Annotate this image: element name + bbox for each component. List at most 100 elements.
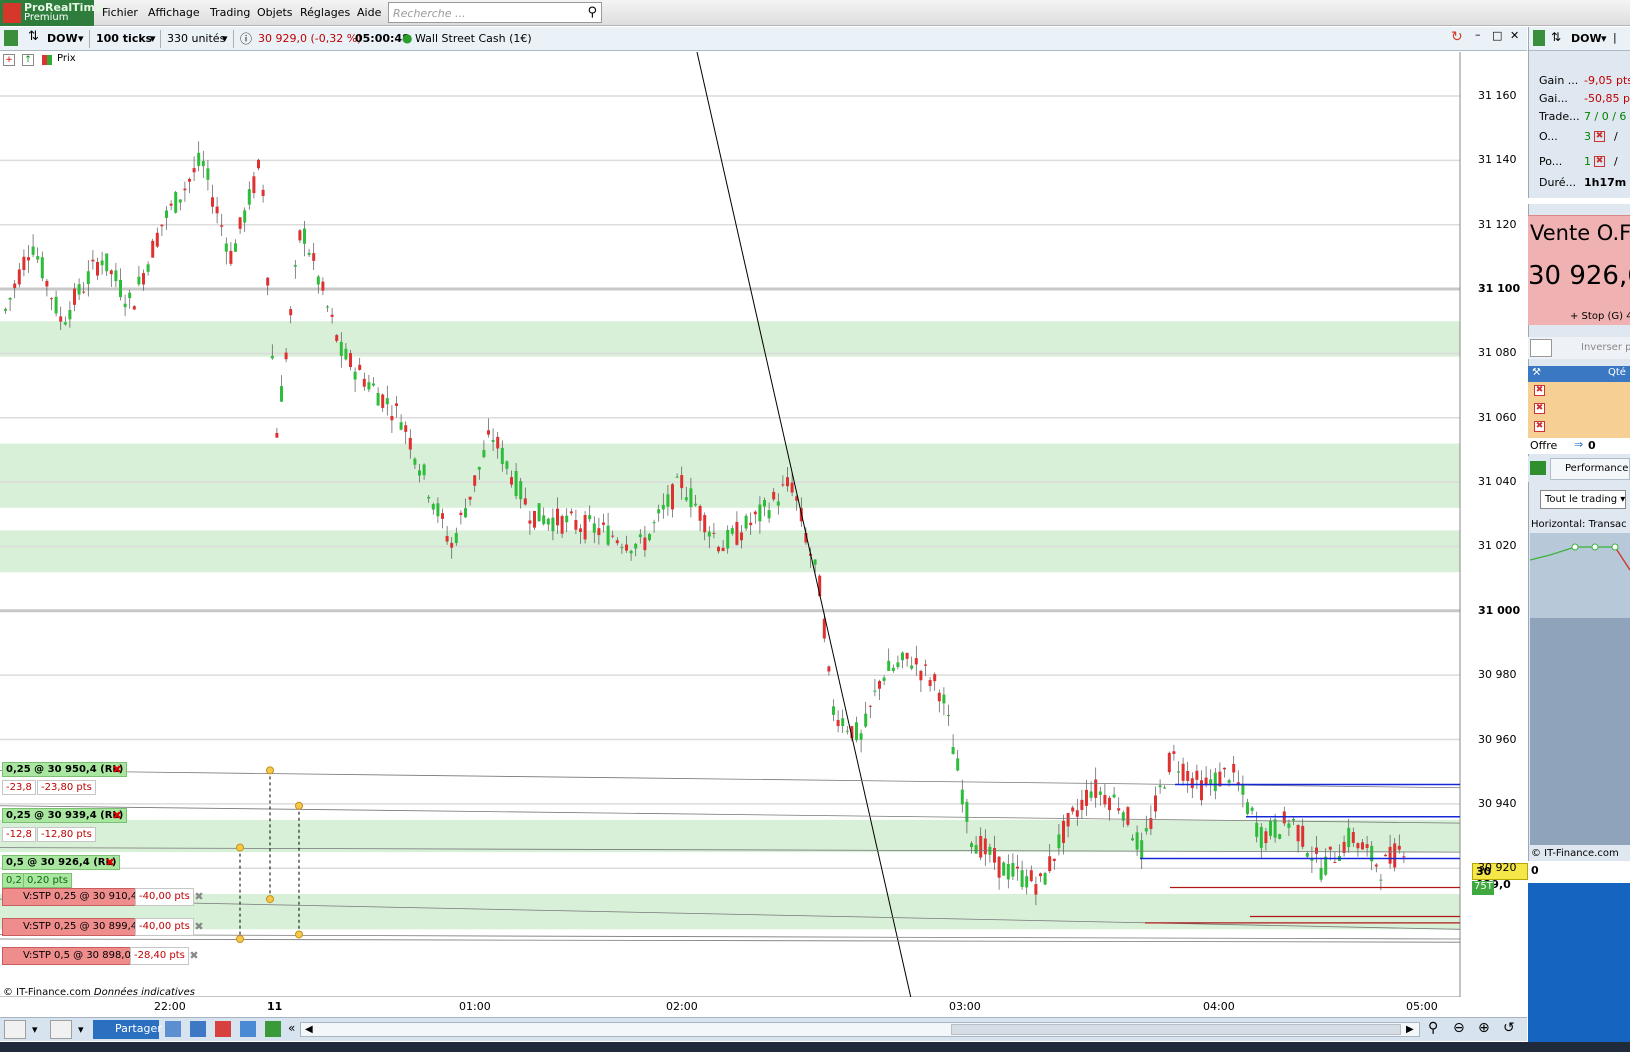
stop-order-label[interactable]: V:STP 0,5 @ 30 898,0	[2, 947, 135, 965]
candle-body	[1333, 862, 1337, 864]
link-icon[interactable]: ⇅	[1551, 30, 1561, 44]
candle-body	[1034, 884, 1038, 895]
candle-body	[1301, 825, 1305, 847]
compare-icon[interactable]	[265, 1021, 281, 1037]
inverse-button[interactable]: Inverser p	[1581, 342, 1630, 353]
order-label[interactable]: 0,25 @ 30 939,4 (RL)	[2, 808, 128, 823]
candle-icon[interactable]	[1533, 30, 1545, 46]
order-line[interactable]	[0, 934, 1461, 940]
order-handle[interactable]	[295, 801, 303, 810]
order-handle[interactable]	[266, 766, 274, 775]
tools-icon[interactable]: ⚒	[1532, 367, 1541, 378]
close-icon[interactable]: ✖	[1534, 403, 1545, 414]
close-icon[interactable]: ✖	[1534, 385, 1545, 396]
candle-body	[491, 439, 495, 443]
price-legend-label[interactable]: Prix	[57, 53, 76, 64]
screenshot-icon[interactable]	[165, 1021, 181, 1037]
chevron-down-icon[interactable]: ▾	[78, 1023, 84, 1036]
menu-fichier[interactable]: Fichier	[102, 6, 138, 19]
close-icon[interactable]: ✖	[1534, 421, 1545, 432]
symbol-select[interactable]: DOW	[47, 32, 78, 45]
link-icon[interactable]: ⇅	[28, 29, 39, 44]
close-icon[interactable]: ✕	[1510, 29, 1519, 42]
close-icon[interactable]: ✖	[110, 763, 124, 777]
close-icon[interactable]: ✖	[1594, 156, 1605, 167]
menu-aide[interactable]: Aide	[357, 6, 381, 19]
menu-trading[interactable]: Trading	[210, 6, 250, 19]
minimize-icon[interactable]: –	[1475, 28, 1481, 41]
copy-icon[interactable]	[190, 1021, 206, 1037]
window-icon[interactable]	[240, 1021, 256, 1037]
maximize-icon[interactable]: □	[1492, 29, 1502, 42]
interval-select[interactable]: 100 ticks	[96, 32, 152, 45]
share-button[interactable]: Partager	[93, 1020, 162, 1039]
trend-line[interactable]	[696, 52, 913, 997]
chevron-down-icon[interactable]: ▾	[222, 32, 228, 45]
zoom-in-icon[interactable]: ⊕	[1478, 1020, 1490, 1036]
candle-body	[142, 273, 145, 285]
close-icon[interactable]: ✖	[1594, 131, 1605, 142]
scrollbar-thumb[interactable]	[951, 1024, 1401, 1035]
refresh-icon[interactable]: ↻	[1451, 29, 1463, 45]
order-label[interactable]: 0,25 @ 30 950,4 (RL)	[2, 762, 128, 777]
indicator-icon[interactable]	[50, 1020, 72, 1039]
candle-body	[882, 677, 886, 681]
stop-handle[interactable]	[295, 930, 303, 939]
candle-icon[interactable]	[4, 30, 18, 46]
trading-filter-select[interactable]: Tout le trading ▾	[1540, 490, 1626, 509]
close-icon[interactable]: ✖	[103, 856, 117, 870]
drawing-tools-icon[interactable]	[4, 1020, 26, 1039]
candle-body	[1112, 794, 1116, 798]
chevron-down-icon[interactable]: ▾	[150, 32, 156, 45]
candle-body	[1351, 832, 1355, 843]
candle-body	[712, 532, 716, 534]
scroll-right-icon[interactable]: ▶	[1406, 1024, 1414, 1035]
stat-label: O...	[1539, 130, 1558, 143]
tab-performance[interactable]: Performance	[1550, 458, 1630, 480]
menu-affichage[interactable]: Affichage	[148, 6, 200, 19]
candle-body	[680, 475, 684, 489]
candle-body	[169, 203, 173, 206]
chart-canvas[interactable]	[0, 52, 1527, 997]
candle-body	[684, 497, 688, 501]
candle-body	[238, 217, 242, 229]
candle-body	[358, 364, 362, 370]
stat-value: 3	[1584, 130, 1591, 143]
stop-order-label[interactable]: V:STP 0,25 @ 30 899,4	[2, 918, 142, 936]
chart-scrollbar[interactable]: ◀ ▶	[300, 1022, 1420, 1037]
close-icon[interactable]: ✖	[110, 809, 124, 823]
menu-reglages[interactable]: Réglages	[300, 6, 350, 19]
price-chart[interactable]: + ↑ Prix © IT-Finance.com Données indica…	[0, 52, 1527, 998]
zoom-out-icon[interactable]: ⊖	[1453, 1020, 1465, 1036]
sell-button[interactable]: Vente O.F. 30 926,6 + Stop (G) 4	[1528, 215, 1630, 325]
chevron-down-icon[interactable]: ▾	[78, 32, 84, 45]
order-line[interactable]	[0, 938, 1461, 943]
candle-body	[367, 382, 371, 390]
chart-settings-icon[interactable]: ↑	[22, 54, 34, 66]
grid-icon[interactable]	[1530, 339, 1552, 357]
close-icon[interactable]: ✖	[192, 890, 206, 904]
add-indicator-icon[interactable]: +	[3, 54, 15, 66]
zoom-fit-icon[interactable]: ⚲	[1428, 1020, 1438, 1036]
zoom-reset-icon[interactable]: ↺	[1503, 1020, 1515, 1036]
close-icon[interactable]: ✖	[187, 949, 201, 963]
candle-body	[339, 341, 343, 356]
info-icon[interactable]: ⓘ	[240, 30, 252, 47]
scroll-start-icon[interactable]: «	[288, 1021, 295, 1035]
close-icon[interactable]: ✖	[192, 920, 206, 934]
chart-icon[interactable]	[1530, 461, 1546, 475]
scroll-left-icon[interactable]: ◀	[305, 1024, 313, 1035]
stop-handle[interactable]	[266, 895, 274, 904]
chevron-down-icon[interactable]: ▾	[32, 1023, 38, 1036]
menu-objets[interactable]: Objets	[257, 6, 293, 19]
stop-handle[interactable]	[236, 934, 244, 943]
stop-order-label[interactable]: V:STP 0,25 @ 30 910,4	[2, 888, 142, 906]
order-handle[interactable]	[236, 843, 244, 852]
candle-body	[1071, 807, 1075, 812]
chevron-down-icon[interactable]: ▾	[1601, 32, 1607, 45]
search-icon[interactable]: ⚲	[587, 5, 597, 20]
units-select[interactable]: 330 unités	[167, 32, 225, 45]
search-input[interactable]: Recherche ... ⚲	[388, 2, 602, 23]
panel-symbol[interactable]: DOW	[1571, 32, 1602, 45]
layout-icon[interactable]	[215, 1021, 231, 1037]
